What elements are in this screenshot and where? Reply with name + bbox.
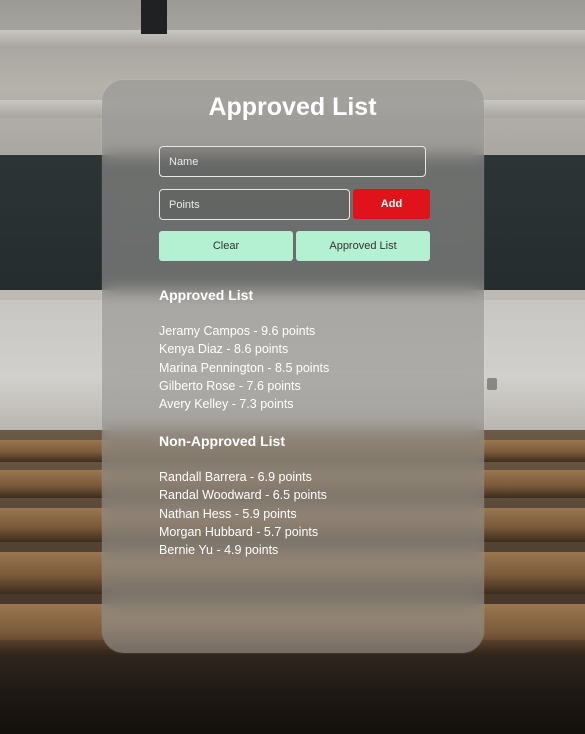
non-approved-list: Randall Barrera - 6.9 points Randal Wood…: [159, 468, 327, 559]
approved-list: Jeramy Campos - 9.6 points Kenya Diaz - …: [159, 322, 329, 413]
approved-list-item: Avery Kelley - 7.3 points: [159, 397, 294, 412]
name-input[interactable]: [159, 146, 426, 177]
ceiling-light: [0, 30, 585, 48]
approved-list-item: Marina Pennington - 8.5 points: [159, 360, 330, 375]
add-button[interactable]: Add: [353, 189, 430, 219]
non-approved-list-item: Randal Woodward - 6.5 points: [159, 488, 327, 503]
page-title: Approved List: [208, 93, 377, 121]
non-approved-list-item: Bernie Yu - 4.9 points: [159, 543, 279, 558]
approved-list-button[interactable]: Approved List: [296, 231, 430, 261]
non-approved-list-item: Nathan Hess - 5.9 points: [159, 506, 297, 521]
projector: [141, 0, 167, 34]
approved-list-item: Jeramy Campos - 9.6 points: [159, 324, 316, 338]
approved-list-item: Gilberto Rose - 7.6 points: [159, 378, 301, 393]
approved-list-heading: Approved List: [159, 287, 254, 303]
wall-fixture: [487, 378, 497, 390]
floor-shadow: [0, 640, 585, 734]
approved-list-item: Kenya Diaz - 8.6 points: [159, 342, 289, 357]
non-approved-list-heading: Non-Approved List: [159, 433, 285, 449]
clear-button[interactable]: Clear: [159, 231, 293, 261]
non-approved-list-item: Randall Barrera - 6.9 points: [159, 470, 312, 484]
non-approved-list-item: Morgan Hubbard - 5.7 points: [159, 524, 319, 539]
points-input[interactable]: [159, 189, 350, 220]
